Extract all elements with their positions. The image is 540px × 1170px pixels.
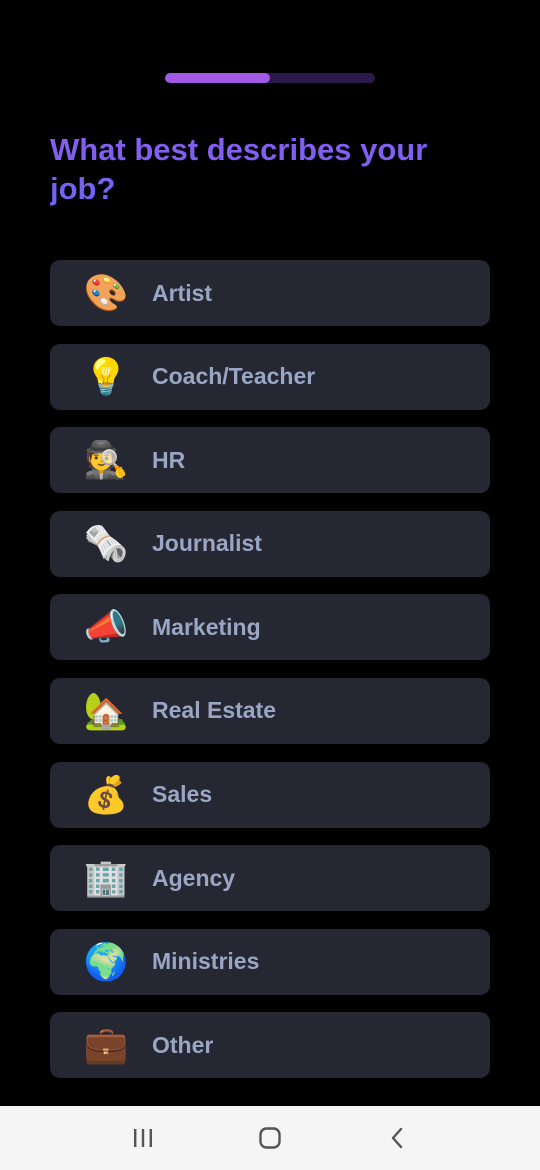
option-artist[interactable]: 🎨 Artist xyxy=(50,260,490,326)
rolled-newspaper-icon: 🗞️ xyxy=(83,522,129,564)
progress-fill xyxy=(165,73,270,83)
option-marketing[interactable]: 📣 Marketing xyxy=(50,594,490,661)
option-sales[interactable]: 💰 Sales xyxy=(50,761,490,828)
option-agency[interactable]: 🏢 Agency xyxy=(50,845,490,912)
home-icon xyxy=(259,1127,281,1149)
progress-bar xyxy=(165,73,375,83)
option-label: Coach/Teacher xyxy=(152,363,316,390)
option-label: Ministries xyxy=(152,948,260,975)
option-hr[interactable]: 🕵️ HR xyxy=(50,427,490,494)
light-bulb-icon: 💡 xyxy=(83,355,129,397)
option-label: Artist xyxy=(152,279,213,306)
globe-icon: 🌍 xyxy=(83,940,129,982)
recent-apps-button[interactable] xyxy=(113,1113,173,1163)
option-label: Real Estate xyxy=(152,697,277,724)
office-building-icon: 🏢 xyxy=(83,857,129,899)
briefcase-icon: 💼 xyxy=(83,1024,129,1066)
option-ministries[interactable]: 🌍 Ministries xyxy=(50,928,490,995)
house-with-garden-icon: 🏡 xyxy=(83,689,129,731)
option-label: Sales xyxy=(152,781,213,808)
job-options-list: 🎨 Artist 💡 Coach/Teacher 🕵️ HR 🗞️ Journa… xyxy=(50,260,490,1096)
page-title: What best describes your job? xyxy=(50,130,490,208)
megaphone-icon: 📣 xyxy=(83,606,129,648)
home-button[interactable] xyxy=(240,1113,300,1163)
detective-icon: 🕵️ xyxy=(83,439,129,481)
option-journalist[interactable]: 🗞️ Journalist xyxy=(50,510,490,577)
option-label: Journalist xyxy=(152,530,262,557)
option-real-estate[interactable]: 🏡 Real Estate xyxy=(50,677,490,744)
money-bag-icon: 💰 xyxy=(83,773,129,815)
option-label: Agency xyxy=(152,864,236,891)
option-label: Marketing xyxy=(152,613,261,640)
option-label: HR xyxy=(152,446,186,473)
option-other[interactable]: 💼 Other xyxy=(50,1012,490,1079)
option-coach-teacher[interactable]: 💡 Coach/Teacher xyxy=(50,343,490,410)
recent-apps-icon xyxy=(134,1129,153,1147)
back-button[interactable] xyxy=(367,1113,427,1163)
back-icon xyxy=(391,1127,402,1149)
system-navigation-bar xyxy=(0,1106,540,1170)
artist-palette-icon: 🎨 xyxy=(83,272,129,313)
option-label: Other xyxy=(152,1031,214,1058)
